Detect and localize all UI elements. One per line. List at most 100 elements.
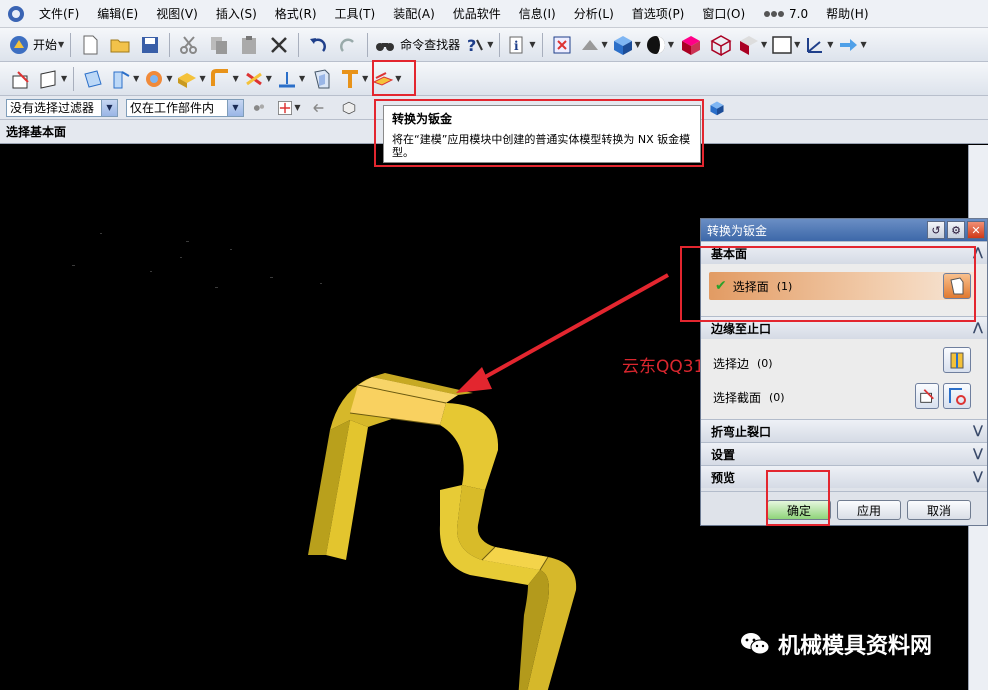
tab-button[interactable] bbox=[80, 66, 106, 92]
cube-icon bbox=[613, 35, 632, 55]
wireframe-button[interactable] bbox=[708, 32, 734, 58]
highlight-tooltip-box bbox=[374, 99, 704, 167]
contour-flange-button[interactable]: ▼ bbox=[143, 66, 172, 92]
wire-cube-icon bbox=[710, 34, 732, 56]
open-button[interactable] bbox=[107, 32, 133, 58]
lofted-flange-button[interactable]: ▼ bbox=[176, 66, 206, 92]
select-edge-row[interactable]: 选择边 (0) bbox=[713, 355, 773, 372]
menu-file[interactable]: 文件(F) bbox=[30, 5, 88, 22]
select-section-row[interactable]: 选择截面 (0) bbox=[713, 389, 785, 406]
menu-edit[interactable]: 编辑(E) bbox=[88, 5, 147, 22]
start-dropdown-icon: ▼ bbox=[58, 40, 65, 49]
reset-button[interactable]: ↺ bbox=[927, 221, 945, 239]
menu-plugin[interactable]: 优品软件 bbox=[444, 5, 510, 22]
redo-button[interactable] bbox=[335, 32, 361, 58]
menu-preferences[interactable]: 首选项(P) bbox=[623, 5, 694, 22]
cut-button[interactable] bbox=[176, 32, 202, 58]
deselect-button[interactable] bbox=[306, 95, 332, 121]
wcs-button[interactable]: ▼ bbox=[804, 32, 833, 58]
view-orientation-button[interactable]: ▼ bbox=[612, 32, 641, 58]
scope-filter-value: 仅在工作部件内 bbox=[130, 101, 215, 115]
dropdown-arrow-icon: ▼ bbox=[265, 74, 272, 83]
section-view-button[interactable] bbox=[678, 32, 704, 58]
sheet-metal-part[interactable] bbox=[308, 373, 577, 690]
nx-app-icon[interactable] bbox=[6, 4, 26, 24]
close-icon: ✕ bbox=[971, 223, 981, 237]
rotate-view-button[interactable]: ▼ bbox=[579, 32, 608, 58]
menu-view[interactable]: 视图(V) bbox=[147, 5, 207, 22]
select-section-count: (0) bbox=[769, 391, 785, 404]
cancel-button[interactable]: 取消 bbox=[907, 500, 971, 520]
menu-help[interactable]: 帮助(H) bbox=[817, 5, 877, 22]
dropdown-arrow-icon: ▼ bbox=[601, 40, 608, 49]
svg-text:?: ? bbox=[467, 36, 476, 55]
menu-analysis[interactable]: 分析(L) bbox=[565, 5, 623, 22]
dialog-settings-button[interactable]: ⚙ bbox=[947, 221, 965, 239]
flange-button[interactable]: ▼ bbox=[110, 66, 139, 92]
view-cube-button[interactable] bbox=[704, 95, 730, 121]
dialog-title-bar[interactable]: 转换为钣金 ↺ ⚙ ✕ bbox=[701, 219, 987, 241]
brand-label: 机械模具资料网 bbox=[740, 628, 932, 660]
bend-button[interactable]: ▼ bbox=[210, 66, 239, 92]
clip-cube-icon bbox=[739, 35, 758, 55]
flange-icon bbox=[113, 70, 130, 88]
curve-section-button[interactable] bbox=[943, 383, 971, 409]
snap-point-button[interactable]: ▼ bbox=[276, 95, 302, 121]
new-button[interactable] bbox=[77, 32, 103, 58]
standard-toolbar: 开始 ▼ 命令查找器 ? ▼ i ▼ ▼ ▼ ▼ ▼ ▼ ▼ ▼ bbox=[0, 28, 988, 62]
information-button[interactable]: i ▼ bbox=[506, 32, 536, 58]
unbend-button[interactable]: ▼ bbox=[276, 66, 305, 92]
dropdown-arrow-icon: ▼ bbox=[61, 74, 68, 83]
select-body-button[interactable] bbox=[336, 95, 362, 121]
convert-to-sheet-metal-button[interactable] bbox=[309, 66, 335, 92]
start-button[interactable]: 开始 ▼ bbox=[8, 32, 64, 58]
chevron-down-icon: ▼ bbox=[227, 99, 243, 116]
group-bend-relief[interactable]: 折弯止裂口 ⋁ bbox=[701, 419, 987, 442]
menu-insert[interactable]: 插入(S) bbox=[207, 5, 266, 22]
chevron-up-icon: ⋀ bbox=[972, 320, 983, 334]
dialog-title: 转换为钣金 bbox=[707, 223, 768, 238]
chevron-down-icon: ⋁ bbox=[972, 469, 983, 483]
group-settings[interactable]: 设置 ⋁ bbox=[701, 442, 987, 465]
menu-format[interactable]: 格式(R) bbox=[266, 5, 326, 22]
save-button[interactable] bbox=[137, 32, 163, 58]
move-wcs-button[interactable]: ▼ bbox=[837, 32, 867, 58]
menu-window[interactable]: 窗口(O) bbox=[693, 5, 754, 22]
sketch-icon bbox=[12, 70, 29, 88]
tee-icon bbox=[342, 69, 359, 88]
menu-information[interactable]: 信息(I) bbox=[510, 5, 565, 22]
tee-button[interactable]: ▼ bbox=[339, 66, 368, 92]
delete-button[interactable] bbox=[266, 32, 292, 58]
toolbar-separator bbox=[541, 32, 543, 57]
paste-button[interactable] bbox=[236, 32, 262, 58]
command-finder-button[interactable]: 命令查找器 bbox=[374, 32, 460, 58]
highlight-ok-button-box bbox=[766, 470, 830, 526]
dropdown-arrow-icon: ▼ bbox=[860, 40, 867, 49]
select-edge-button[interactable] bbox=[943, 347, 971, 373]
gc-toolkit-icon bbox=[764, 11, 785, 17]
clip-section-button[interactable]: ▼ bbox=[738, 32, 767, 58]
assembly-filter-button[interactable] bbox=[246, 95, 272, 121]
deselect-arrow-icon bbox=[313, 103, 324, 112]
type-filter-select[interactable]: 没有选择过滤器 ▼ bbox=[6, 98, 118, 117]
sketch-button[interactable] bbox=[8, 66, 34, 92]
punch-button[interactable]: ▼ bbox=[243, 66, 272, 92]
close-button[interactable]: ✕ bbox=[967, 221, 985, 239]
menu-tools[interactable]: 工具(T) bbox=[326, 5, 385, 22]
background-specks bbox=[72, 233, 322, 288]
render-style-button[interactable]: ▼ bbox=[645, 32, 674, 58]
menu-assemblies[interactable]: 装配(A) bbox=[384, 5, 444, 22]
fit-view-button[interactable] bbox=[549, 32, 575, 58]
help-on-context-button[interactable]: ? ▼ bbox=[464, 32, 493, 58]
apply-button[interactable]: 应用 bbox=[837, 500, 901, 520]
group-preview[interactable]: 预览 ⋁ bbox=[701, 465, 987, 488]
menu-version[interactable]: 7.0 bbox=[754, 7, 817, 21]
copy-button[interactable] bbox=[206, 32, 232, 58]
scope-filter-select[interactable]: 仅在工作部件内 ▼ bbox=[126, 98, 244, 117]
sketch-section-button[interactable] bbox=[915, 383, 939, 409]
dropdown-arrow-icon: ▼ bbox=[133, 74, 140, 83]
undo-button[interactable] bbox=[305, 32, 331, 58]
datum-plane-button[interactable]: ▼ bbox=[38, 66, 67, 92]
dropdown-arrow-icon: ▼ bbox=[298, 74, 306, 83]
background-button[interactable]: ▼ bbox=[771, 32, 800, 58]
